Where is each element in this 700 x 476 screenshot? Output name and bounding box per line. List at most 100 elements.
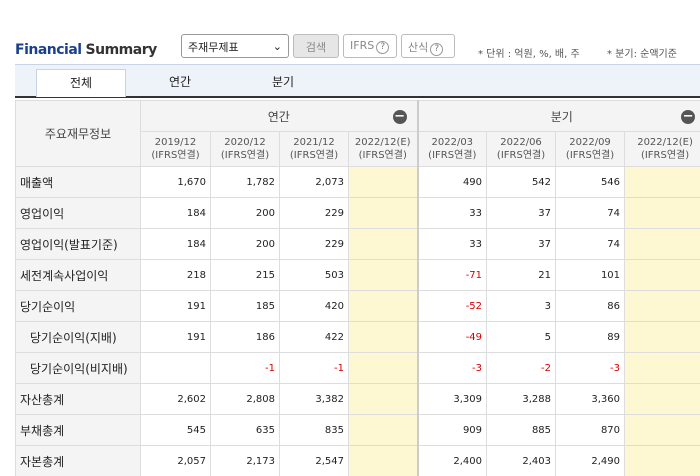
table-cell: 191 xyxy=(140,321,211,353)
column-period: 2022/06 xyxy=(500,137,542,148)
table-cell: 86 xyxy=(555,290,626,322)
table-cell: 835 xyxy=(279,414,349,446)
table-row: 영업이익(발표기준) 184 200 229 33 37 74 xyxy=(15,228,700,260)
tab-all[interactable]: 전체 xyxy=(36,69,126,97)
table-cell xyxy=(624,197,700,229)
column-period: 2020/12 xyxy=(224,137,266,148)
column-basis: (IFRS연결) xyxy=(220,150,270,161)
column-basis: (IFRS연결) xyxy=(428,150,477,161)
ifrs-button[interactable]: IFRS? xyxy=(343,34,397,58)
table-cell xyxy=(347,259,419,291)
column-basis: (IFRS연결) xyxy=(289,150,339,161)
group-quarter-label: 분기 xyxy=(550,109,573,124)
row-label: 당기순이익(비지배) xyxy=(15,352,141,384)
table-cell xyxy=(624,352,700,384)
table-cell: 186 xyxy=(210,321,280,353)
table-cell: 229 xyxy=(279,228,349,260)
table-cell xyxy=(624,259,700,291)
table-cell: 3,309 xyxy=(416,383,488,415)
table-cell: 3,360 xyxy=(555,383,626,415)
collapse-annual-icon[interactable]: − xyxy=(392,110,407,124)
table-cell: 74 xyxy=(555,228,626,260)
help-icon[interactable]: ? xyxy=(430,43,444,56)
search-button[interactable]: 검색 xyxy=(293,34,339,58)
help-icon[interactable]: ? xyxy=(376,41,390,54)
table-cell: 5 xyxy=(486,321,557,353)
table-cell: 546 xyxy=(555,166,626,198)
table-cell: 2,547 xyxy=(279,445,349,476)
row-label: 부채총계 xyxy=(15,414,141,446)
column-period: 2019/12 xyxy=(154,137,197,148)
table-row: 매출액 1,670 1,782 2,073 490 542 546 xyxy=(15,166,700,198)
column-period: 2022/09 xyxy=(569,137,611,148)
column-period: 2022/12(E) xyxy=(354,137,411,148)
row-label: 세전계속사업이익 xyxy=(15,259,141,291)
column-header: 2022/12(E) (IFRS연결) xyxy=(347,131,419,167)
column-period: 2022/03 xyxy=(431,137,474,148)
table-cell: 184 xyxy=(140,228,211,260)
column-header: 2022/12(E) (IFRS연결) xyxy=(624,131,700,167)
formula-button[interactable]: 산식? xyxy=(401,34,455,58)
table-cell: 37 xyxy=(486,228,557,260)
table-cell: 909 xyxy=(416,414,488,446)
table-cell: 229 xyxy=(279,197,349,229)
row-label: 당기순이익 xyxy=(15,290,141,322)
row-header: 주요재무정보 xyxy=(15,100,141,167)
table-cell: 33 xyxy=(416,228,488,260)
table-cell xyxy=(347,166,419,198)
chevron-down-icon: ⌄ xyxy=(272,40,282,53)
column-basis: (IFRS연결) xyxy=(151,150,200,161)
table-cell: 191 xyxy=(140,290,211,322)
row-label: 자본총계 xyxy=(15,445,141,476)
column-period: 2022/12(E) xyxy=(637,137,693,148)
row-label: 영업이익 xyxy=(15,197,141,229)
table-cell: 2,073 xyxy=(279,166,349,198)
table-cell xyxy=(347,197,419,229)
table-cell: 184 xyxy=(140,197,211,229)
column-basis: (IFRS연결) xyxy=(565,150,615,161)
table-cell xyxy=(347,414,419,446)
table-cell xyxy=(347,228,419,260)
table-cell: 542 xyxy=(486,166,557,198)
tab-quarterly[interactable]: 분기 xyxy=(243,69,323,97)
table-cell xyxy=(624,414,700,446)
tab-annual[interactable]: 연간 xyxy=(140,69,220,97)
table-cell: 885 xyxy=(486,414,557,446)
statement-select-value: 주재무제표 xyxy=(188,41,239,54)
table-cell: -2 xyxy=(486,352,557,384)
table-cell: 2,173 xyxy=(210,445,280,476)
table-row: 부채총계 545 635 835 909 885 870 xyxy=(15,414,700,446)
column-header: 2020/12 (IFRS연결) xyxy=(210,131,280,167)
column-basis: (IFRS연결) xyxy=(640,150,690,161)
row-label: 자산총계 xyxy=(15,383,141,415)
column-header: 2022/09 (IFRS연결) xyxy=(555,131,626,167)
column-basis: (IFRS연결) xyxy=(496,150,546,161)
group-annual-label: 연간 xyxy=(267,109,290,124)
table-row: 자산총계 2,602 2,808 3,382 3,309 3,288 3,360 xyxy=(15,383,700,415)
table-cell: 2,490 xyxy=(555,445,626,476)
table-row: 당기순이익(비지배) -1 -1 -3 -2 -3 xyxy=(15,352,700,384)
table-cell xyxy=(624,383,700,415)
title-financial: Financial xyxy=(15,42,82,58)
table-cell: 37 xyxy=(486,197,557,229)
table-cell: 2,602 xyxy=(140,383,211,415)
table-cell: -1 xyxy=(279,352,349,384)
table-cell xyxy=(140,352,211,384)
table-cell: 200 xyxy=(210,228,280,260)
row-label: 영업이익(발표기준) xyxy=(15,228,141,260)
table-cell: 33 xyxy=(416,197,488,229)
unit-note: * 단위 : 억원, %, 배, 주 xyxy=(478,49,580,60)
table-cell xyxy=(347,290,419,322)
collapse-quarter-icon[interactable]: − xyxy=(681,110,696,124)
table-cell: 101 xyxy=(555,259,626,291)
table-cell: 3,382 xyxy=(279,383,349,415)
column-basis: (IFRS연결) xyxy=(358,150,407,161)
table-cell: 2,403 xyxy=(486,445,557,476)
row-label: 매출액 xyxy=(15,166,141,198)
row-label: 당기순이익(지배) xyxy=(15,321,141,353)
table-cell: 2,057 xyxy=(140,445,211,476)
table-cell: 3 xyxy=(486,290,557,322)
statement-select[interactable]: 주재무제표 ⌄ xyxy=(181,34,289,58)
table-row: 당기순이익(지배) 191 186 422 -49 5 89 xyxy=(15,321,700,353)
table-cell: -52 xyxy=(416,290,488,322)
